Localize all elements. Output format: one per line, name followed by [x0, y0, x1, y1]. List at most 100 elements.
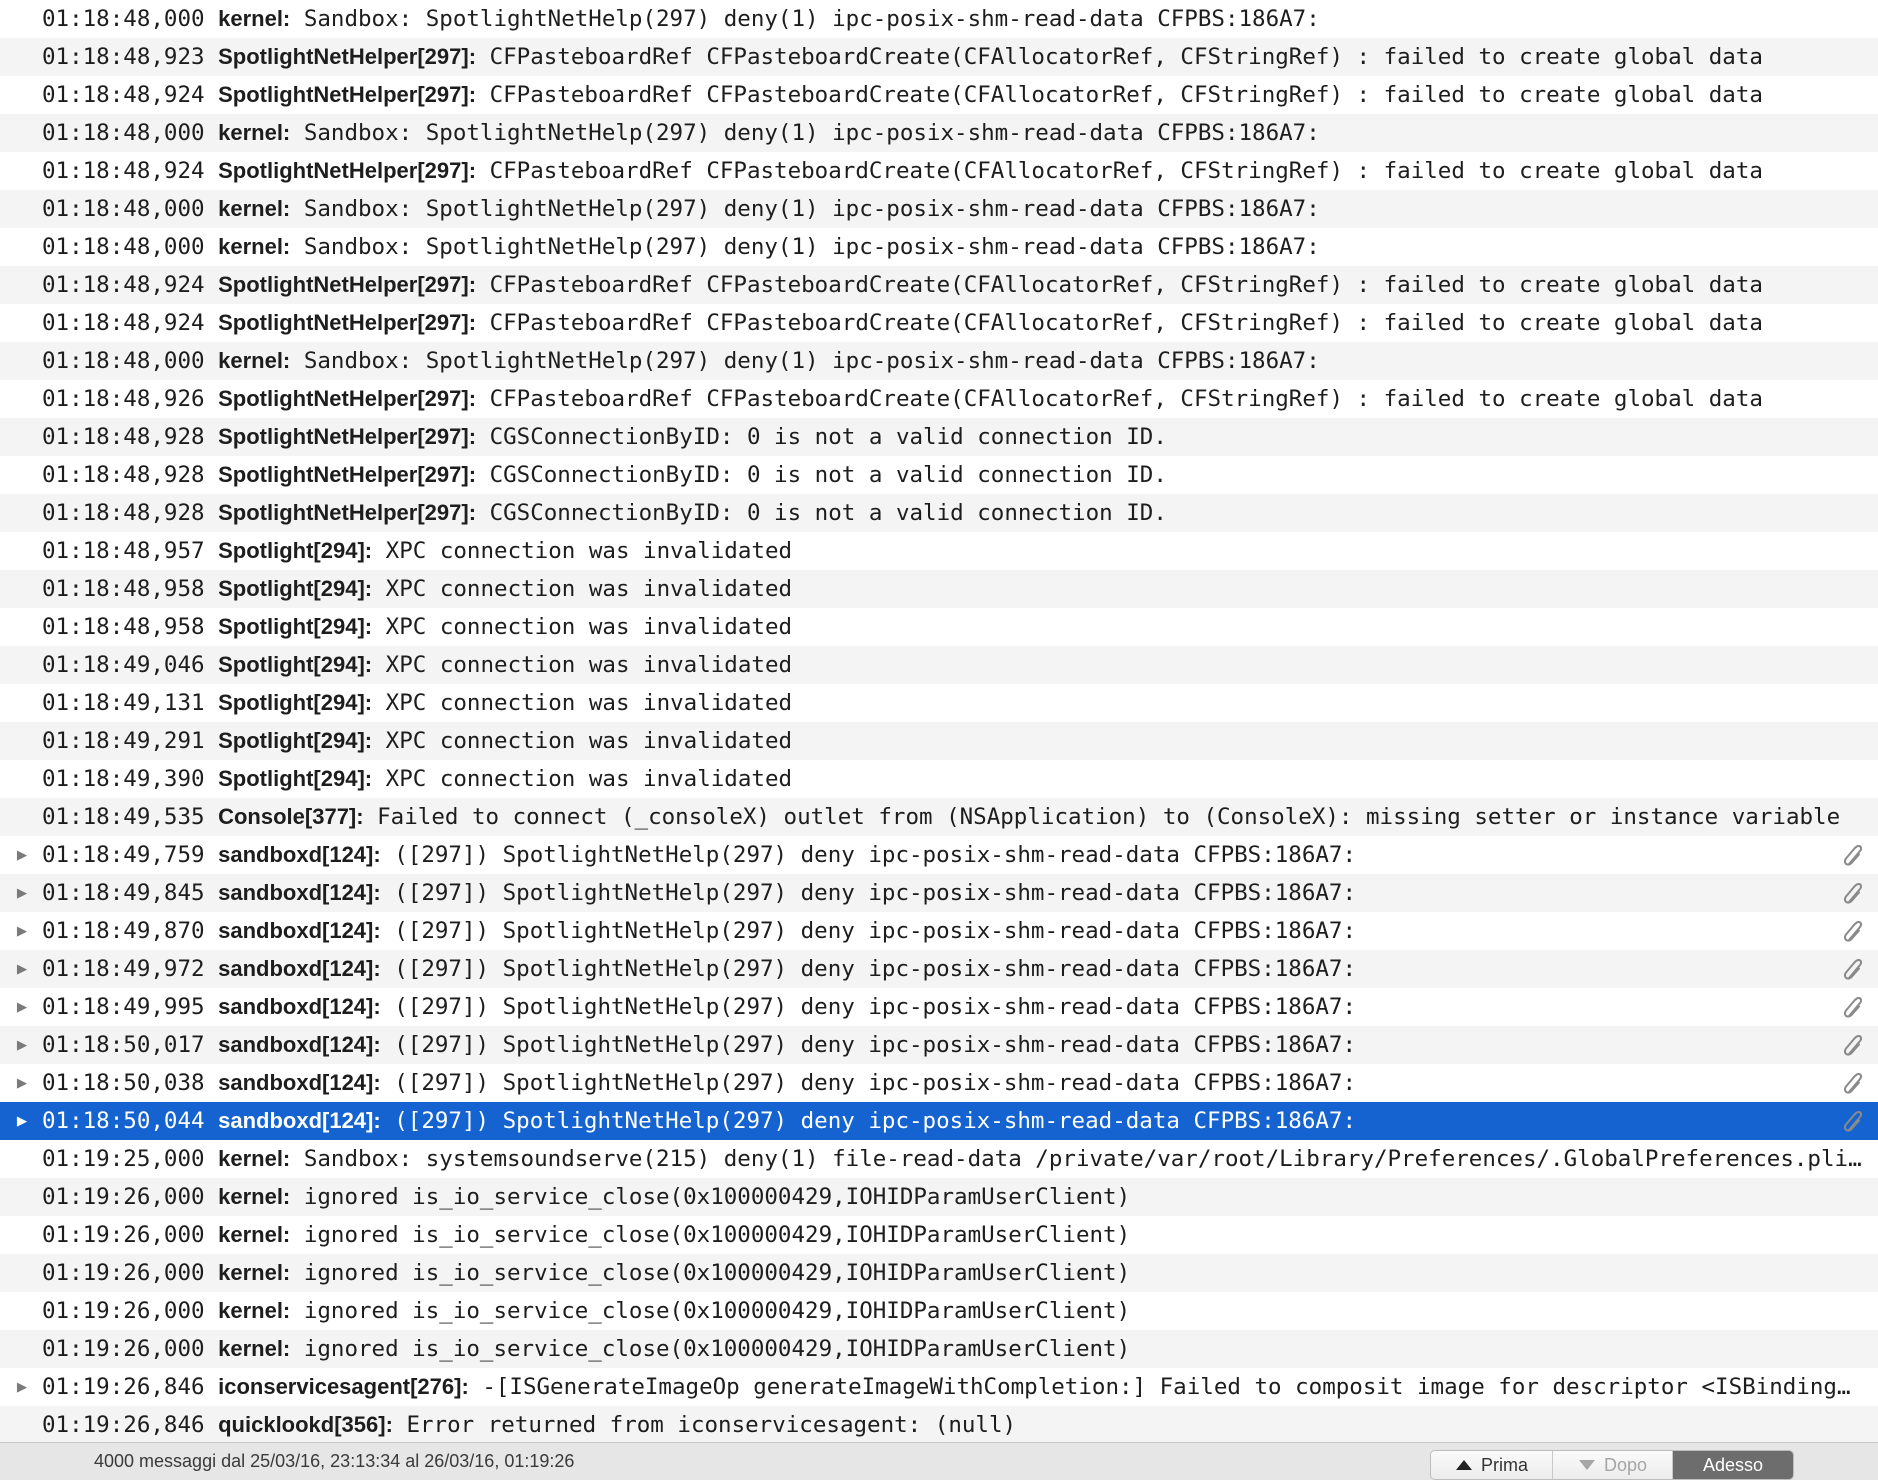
log-timestamp: 01:18:49,390 [42, 766, 205, 792]
log-timestamp: 01:19:26,846 [42, 1374, 205, 1400]
log-row[interactable]: ▶ 01:18:49,870 sandboxd[124]: ([297]) Spo… [0, 912, 1878, 950]
paperclip-icon[interactable] [1840, 995, 1868, 1021]
disclosure-triangle-icon[interactable]: ▶ [12, 912, 32, 950]
disclosure-triangle-icon[interactable]: ▶ [12, 950, 32, 988]
paperclip-icon[interactable] [1840, 843, 1868, 869]
log-line: 01:18:48,923 SpotlightNetHelper[297]: CF… [42, 38, 1864, 76]
log-row[interactable]: 01:18:48,924 SpotlightNetHelper[297]: CF… [0, 76, 1878, 114]
log-row[interactable]: 01:18:48,928 SpotlightNetHelper[297]: CG… [0, 418, 1878, 456]
log-row[interactable]: 01:19:26,000 kernel: ignored is_io_servi… [0, 1330, 1878, 1368]
dopo-button[interactable]: Dopo [1553, 1451, 1673, 1479]
log-line: 01:19:26,000 kernel: ignored is_io_servi… [42, 1292, 1864, 1330]
log-line: 01:18:49,131 Spotlight[294]: XPC connect… [42, 684, 1864, 722]
log-sender: Spotlight[294]: [218, 614, 373, 639]
log-sender: kernel: [218, 6, 291, 31]
log-row[interactable]: 01:18:49,131 Spotlight[294]: XPC connect… [0, 684, 1878, 722]
log-row[interactable]: 01:18:48,928 SpotlightNetHelper[297]: CG… [0, 494, 1878, 532]
paperclip-icon[interactable] [1840, 957, 1868, 983]
log-message: ([297]) SpotlightNetHelp(297) deny ipc-p… [394, 956, 1357, 982]
log-row[interactable]: 01:18:48,957 Spotlight[294]: XPC connect… [0, 532, 1878, 570]
paperclip-icon[interactable] [1840, 881, 1868, 907]
log-timestamp: 01:19:26,000 [42, 1184, 205, 1210]
log-row[interactable]: 01:18:48,928 SpotlightNetHelper[297]: CG… [0, 456, 1878, 494]
paperclip-icon[interactable] [1840, 1033, 1868, 1059]
log-row[interactable]: 01:18:48,924 SpotlightNetHelper[297]: CF… [0, 266, 1878, 304]
log-message: ignored is_io_service_close(0x100000429,… [303, 1298, 1131, 1324]
log-row[interactable]: 01:18:49,390 Spotlight[294]: XPC connect… [0, 760, 1878, 798]
log-row[interactable]: 01:18:48,924 SpotlightNetHelper[297]: CF… [0, 152, 1878, 190]
disclosure-triangle-icon[interactable]: ▶ [12, 1064, 32, 1102]
log-row[interactable]: 01:18:48,926 SpotlightNetHelper[297]: CF… [0, 380, 1878, 418]
paperclip-icon[interactable] [1840, 919, 1868, 945]
log-timestamp: 01:18:49,131 [42, 690, 205, 716]
log-row[interactable]: 01:18:49,046 Spotlight[294]: XPC connect… [0, 646, 1878, 684]
log-sender: kernel: [218, 1222, 291, 1247]
log-line: 01:18:48,926 SpotlightNetHelper[297]: CF… [42, 380, 1864, 418]
log-sender: kernel: [218, 1260, 291, 1285]
disclosure-triangle-icon[interactable]: ▶ [12, 988, 32, 1026]
paperclip-icon[interactable] [1840, 1071, 1868, 1097]
log-row[interactable]: 01:19:26,000 kernel: ignored is_io_servi… [0, 1292, 1878, 1330]
triangle-down-icon [1578, 1455, 1596, 1476]
disclosure-triangle-icon[interactable]: ▶ [12, 1026, 32, 1064]
log-row[interactable]: ▶ 01:18:49,972 sandboxd[124]: ([297]) Spo… [0, 950, 1878, 988]
log-sender: SpotlightNetHelper[297]: [218, 500, 477, 525]
log-timestamp: 01:18:50,044 [42, 1108, 205, 1134]
log-message-list[interactable]: 01:18:48,000 kernel: Sandbox: SpotlightN… [0, 0, 1878, 1442]
log-row[interactable]: 01:18:48,924 SpotlightNetHelper[297]: CF… [0, 304, 1878, 342]
log-message: ([297]) SpotlightNetHelp(297) deny ipc-p… [394, 994, 1357, 1020]
log-row[interactable]: 01:18:49,535 Console[377]: Failed to con… [0, 798, 1878, 836]
log-row[interactable]: ▶ 01:18:49,759 sandboxd[124]: ([297]) Spo… [0, 836, 1878, 874]
log-timestamp: 01:18:49,291 [42, 728, 205, 754]
log-line: 01:18:49,291 Spotlight[294]: XPC connect… [42, 722, 1864, 760]
log-message: CFPasteboardRef CFPasteboardCreate(CFAll… [489, 310, 1763, 336]
log-row[interactable]: 01:18:48,000 kernel: Sandbox: SpotlightN… [0, 342, 1878, 380]
log-row[interactable]: 01:19:26,000 kernel: ignored is_io_servi… [0, 1216, 1878, 1254]
log-sender: kernel: [218, 1146, 291, 1171]
log-row[interactable]: 01:19:26,000 kernel: ignored is_io_servi… [0, 1178, 1878, 1216]
log-row[interactable]: 01:18:48,000 kernel: Sandbox: SpotlightN… [0, 190, 1878, 228]
log-row[interactable]: ▶ 01:18:49,995 sandboxd[124]: ([297]) Spo… [0, 988, 1878, 1026]
log-row[interactable]: ▶ 01:18:49,845 sandboxd[124]: ([297]) Spo… [0, 874, 1878, 912]
log-row[interactable]: 01:18:48,000 kernel: Sandbox: SpotlightN… [0, 228, 1878, 266]
log-row[interactable]: 01:19:25,000 kernel: Sandbox: systemsoun… [0, 1140, 1878, 1178]
log-row[interactable]: 01:18:48,958 Spotlight[294]: XPC connect… [0, 570, 1878, 608]
log-line: 01:19:26,000 kernel: ignored is_io_servi… [42, 1254, 1864, 1292]
log-row[interactable]: 01:18:48,000 kernel: Sandbox: SpotlightN… [0, 114, 1878, 152]
log-sender: Spotlight[294]: [218, 766, 373, 791]
message-count-summary: 4000 messaggi dal 25/03/16, 23:13:34 al … [94, 1451, 575, 1471]
disclosure-triangle-icon[interactable]: ▶ [12, 1368, 32, 1406]
log-message: XPC connection was invalidated [385, 690, 793, 716]
disclosure-triangle-icon[interactable]: ▶ [12, 874, 32, 912]
log-row[interactable]: ▶ 01:18:50,017 sandboxd[124]: ([297]) Spo… [0, 1026, 1878, 1064]
log-row[interactable]: 01:19:26,846 quicklookd[356]: Error retu… [0, 1406, 1878, 1442]
log-line: 01:18:50,044 sandboxd[124]: ([297]) Spot… [42, 1102, 1822, 1140]
log-message: ignored is_io_service_close(0x100000429,… [303, 1260, 1131, 1286]
log-message: XPC connection was invalidated [385, 728, 793, 754]
log-row[interactable]: 01:18:48,958 Spotlight[294]: XPC connect… [0, 608, 1878, 646]
log-row[interactable]: 01:18:48,000 kernel: Sandbox: SpotlightN… [0, 0, 1878, 38]
log-sender: Spotlight[294]: [218, 690, 373, 715]
log-sender: kernel: [218, 196, 291, 221]
log-row[interactable]: 01:18:49,291 Spotlight[294]: XPC connect… [0, 722, 1878, 760]
log-row[interactable]: 01:19:26,000 kernel: ignored is_io_servi… [0, 1254, 1878, 1292]
log-row[interactable]: 01:18:48,923 SpotlightNetHelper[297]: CF… [0, 38, 1878, 76]
log-timestamp: 01:18:49,535 [42, 804, 205, 830]
disclosure-triangle-icon[interactable]: ▶ [12, 1102, 32, 1140]
adesso-button[interactable]: Adesso [1673, 1451, 1793, 1479]
log-row[interactable]: ▶ 01:18:50,044 sandboxd[124]: ([297]) Spo… [0, 1102, 1878, 1140]
log-line: 01:19:26,000 kernel: ignored is_io_servi… [42, 1216, 1864, 1254]
log-message: XPC connection was invalidated [385, 652, 793, 678]
log-message: XPC connection was invalidated [385, 766, 793, 792]
log-line: 01:18:48,000 kernel: Sandbox: SpotlightN… [42, 190, 1864, 228]
prima-button[interactable]: Prima [1431, 1451, 1553, 1479]
log-line: 01:18:48,957 Spotlight[294]: XPC connect… [42, 532, 1864, 570]
disclosure-triangle-icon[interactable]: ▶ [12, 836, 32, 874]
log-row[interactable]: ▶ 01:18:50,038 sandboxd[124]: ([297]) Spo… [0, 1064, 1878, 1102]
log-timestamp: 01:18:48,000 [42, 348, 205, 374]
log-line: 01:18:49,759 sandboxd[124]: ([297]) Spot… [42, 836, 1822, 874]
log-timestamp: 01:18:48,000 [42, 196, 205, 222]
log-timestamp: 01:19:26,846 [42, 1412, 205, 1438]
log-row[interactable]: ▶ 01:19:26,846 iconservicesagent[276]: -[… [0, 1368, 1878, 1406]
paperclip-icon[interactable] [1840, 1109, 1868, 1135]
